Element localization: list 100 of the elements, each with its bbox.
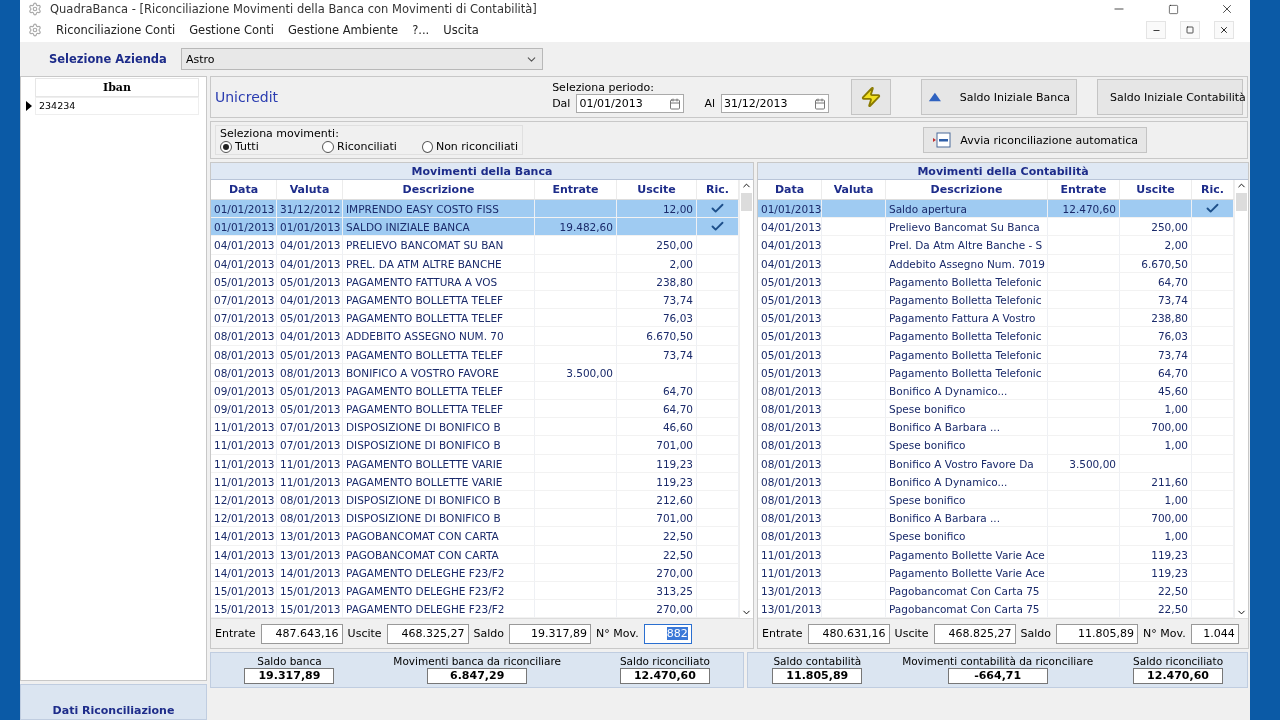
table-row[interactable]: 09/01/2013 05/01/2013 PAGAMENTO BOLLETTA TELEF 64,70 bbox=[211, 400, 739, 419]
table-row[interactable]: 01/01/2013 31/12/2012 IMPRENDO EASY COSTO FISS 12,00 bbox=[211, 200, 739, 219]
table-row[interactable]: 05/01/2013 Pagamento Fattura A Vostro 238,80 bbox=[758, 309, 1234, 328]
total-label: N° Mov. bbox=[1143, 627, 1186, 641]
table-row[interactable]: 08/01/2013 Spese bonifico 1,00 bbox=[758, 436, 1234, 455]
radio-button[interactable]: Non riconciliati bbox=[422, 140, 518, 153]
table-cell: 73,74 bbox=[1120, 345, 1192, 364]
table-row[interactable]: 08/01/2013 Bonifico A Barbara ... 700,00 bbox=[758, 418, 1234, 437]
scrollbar[interactable] bbox=[1234, 180, 1248, 619]
menu-item[interactable]: Uscita bbox=[443, 23, 479, 37]
table-cell: PAGAMENTO FATTURA A VOS bbox=[343, 272, 535, 291]
table-row[interactable]: 12/01/2013 08/01/2013 DISPOSIZIONE DI BONIFICO B 701,00 bbox=[211, 509, 739, 528]
total-field[interactable]: 480.631,16 bbox=[807, 623, 890, 644]
table-cell: 22,50 bbox=[617, 527, 697, 546]
total-field[interactable]: 882 bbox=[643, 623, 692, 644]
table-row[interactable]: 04/01/2013 04/01/2013 PRELIEVO BANCOMAT SU BAN 250,00 bbox=[211, 236, 739, 255]
table-row[interactable]: 05/01/2013 Pagamento Bolletta Telefonic 76,03 bbox=[758, 327, 1234, 346]
total-field[interactable]: 19.317,89 bbox=[509, 623, 592, 644]
table-cell: 08/01/2013 bbox=[758, 436, 822, 455]
table-cell: BONIFICO A VOSTRO FAVORE bbox=[343, 363, 535, 382]
table-cell: 3.500,00 bbox=[535, 363, 617, 382]
total-label: Entrate bbox=[762, 627, 803, 641]
menu-item[interactable]: Riconciliazione Conti bbox=[56, 23, 176, 37]
table-cell: 08/01/2013 bbox=[758, 527, 822, 546]
table-cell: PAGAMENTO DELEGHE F23/F2 bbox=[343, 563, 535, 582]
date-field[interactable]: 01/01/2013 bbox=[576, 94, 685, 113]
radio-button[interactable]: Tutti bbox=[220, 140, 308, 153]
table-cell: 04/01/2013 bbox=[758, 236, 822, 255]
toolbar-button[interactable]: Saldo Iniziale Contabilità bbox=[1097, 79, 1243, 115]
table-row[interactable]: 01/01/2013 01/01/2013 SALDO INIZIALE BANCA 19.482,60 bbox=[211, 218, 739, 237]
table-cell: 13/01/2013 bbox=[277, 527, 343, 546]
table-cell: 04/01/2013 bbox=[758, 254, 822, 273]
table-row[interactable]: 08/01/2013 Bonifico A Barbara ... 700,00 bbox=[758, 509, 1234, 528]
table-row[interactable]: 04/01/2013 Prel. Da Atm Altre Banche - S 2,00 bbox=[758, 236, 1234, 255]
table-cell[interactable]: 234234 bbox=[35, 97, 199, 115]
table-title: Movimenti della Banca bbox=[211, 163, 753, 180]
table-cell: 14/01/2013 bbox=[211, 545, 277, 564]
table-row[interactable]: 08/01/2013 Spese bonifico 1,00 bbox=[758, 527, 1234, 546]
table-cell: 1,00 bbox=[1120, 527, 1192, 546]
restore-button[interactable] bbox=[1180, 21, 1200, 39]
table-row[interactable]: 14/01/2013 13/01/2013 PAGOBANCOMAT CON CARTA 22,50 bbox=[211, 527, 739, 546]
table-row[interactable]: 12/01/2013 08/01/2013 DISPOSIZIONE DI BONIFICO B 212,60 bbox=[211, 491, 739, 510]
table-title: Movimenti della Contabilità bbox=[758, 163, 1248, 180]
date-field[interactable]: 31/12/2013 bbox=[721, 94, 829, 113]
radio-button[interactable]: Riconciliati bbox=[322, 140, 408, 153]
table-cell: 6.670,50 bbox=[617, 327, 697, 346]
table-row[interactable]: 07/01/2013 05/01/2013 PAGAMENTO BOLLETTA TELEF 76,03 bbox=[211, 309, 739, 328]
company-dropdown[interactable]: Astro bbox=[180, 48, 543, 70]
table-cell: 3.500,00 bbox=[1048, 454, 1120, 473]
table-cell: PAGAMENTO BOLLETTA TELEF bbox=[343, 345, 535, 364]
close-button[interactable] bbox=[1214, 21, 1234, 39]
table-row[interactable]: 08/01/2013 04/01/2013 ADDEBITO ASSEGNO NUM. 70 6.670,50 bbox=[211, 327, 739, 346]
table-cell: Spese bonifico bbox=[886, 436, 1048, 455]
table-cell: 08/01/2013 bbox=[211, 327, 277, 346]
summary-value: 12.470,60 bbox=[619, 668, 710, 685]
table-cell: 05/01/2013 bbox=[211, 272, 277, 291]
total-field[interactable]: 468.325,27 bbox=[386, 623, 469, 644]
total-label: Saldo bbox=[1020, 627, 1052, 641]
table-row[interactable]: 08/01/2013 Spese bonifico 1,00 bbox=[758, 491, 1234, 510]
total-label: Uscite bbox=[894, 627, 929, 641]
table-cell: 11/01/2013 bbox=[758, 563, 822, 582]
menu-item[interactable]: Gestione Ambiente bbox=[287, 23, 399, 37]
total-field[interactable]: 487.643,16 bbox=[260, 623, 343, 644]
table-cell: 1,00 bbox=[1120, 436, 1192, 455]
menu-item[interactable]: ?... bbox=[412, 23, 430, 37]
scroll-thumb[interactable] bbox=[741, 193, 752, 211]
table-cell: DISPOSIZIONE DI BONIFICO B bbox=[343, 436, 535, 455]
table-cell: 270,00 bbox=[617, 563, 697, 582]
table-cell: 14/01/2013 bbox=[277, 563, 343, 582]
total-label: N° Mov. bbox=[596, 627, 639, 641]
total-field[interactable]: 468.825,27 bbox=[933, 623, 1016, 644]
table-cell: 6.670,50 bbox=[1120, 254, 1192, 273]
to-label: Al bbox=[704, 97, 715, 110]
table-cell: 07/01/2013 bbox=[277, 436, 343, 455]
scrollbar[interactable] bbox=[739, 180, 753, 619]
table-row[interactable]: 11/01/2013 07/01/2013 DISPOSIZIONE DI BONIFICO B 701,00 bbox=[211, 436, 739, 455]
table-cell: 11/01/2013 bbox=[211, 454, 277, 473]
total-label: Saldo bbox=[473, 627, 505, 641]
summary-value: 19.317,89 bbox=[244, 668, 335, 685]
table-cell: 250,00 bbox=[617, 236, 697, 255]
toolbar-button[interactable]: Saldo Iniziale Banca bbox=[921, 79, 1077, 115]
auto-reconcile-button[interactable]: Avvia riconciliazione automatica bbox=[923, 127, 1147, 153]
table-row[interactable]: 13/01/2013 Pagobancomat Con Carta 75 22,50 bbox=[758, 600, 1234, 619]
total-field[interactable]: 11.805,89 bbox=[1056, 623, 1139, 644]
from-label: Dal bbox=[552, 97, 571, 110]
table-cell: 05/01/2013 bbox=[758, 272, 822, 291]
total-field[interactable]: 1.044 bbox=[1190, 623, 1239, 644]
summary-label: Saldo riconciliato bbox=[619, 655, 710, 668]
table-cell: PREL. DA ATM ALTRE BANCHE bbox=[343, 254, 535, 273]
menu-item[interactable]: Gestione Conti bbox=[189, 23, 274, 37]
lightning-button[interactable] bbox=[851, 79, 891, 115]
table-row[interactable]: 04/01/2013 Prelievo Bancomat Su Banca 250,00 bbox=[758, 218, 1234, 237]
table-row[interactable]: 15/01/2013 15/01/2013 PAGAMENTO DELEGHE F23/F2 270,00 bbox=[211, 600, 739, 619]
scroll-thumb[interactable] bbox=[1236, 193, 1247, 211]
column-header[interactable]: Iban bbox=[35, 78, 199, 97]
table-row[interactable]: 11/01/2013 07/01/2013 DISPOSIZIONE DI BONIFICO B 46,60 bbox=[211, 418, 739, 437]
table-cell: PRELIEVO BANCOMAT SU BAN bbox=[343, 236, 535, 255]
table-row[interactable]: 01/01/2013 Saldo apertura 12.470,60 bbox=[758, 200, 1234, 219]
table-row[interactable]: 08/01/2013 Spese bonifico 1,00 bbox=[758, 400, 1234, 419]
table-cell: ADDEBITO ASSEGNO NUM. 70 bbox=[343, 327, 535, 346]
